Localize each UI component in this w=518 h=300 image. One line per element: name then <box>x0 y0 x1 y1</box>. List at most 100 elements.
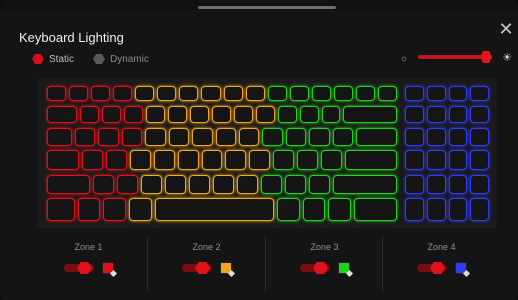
static-label: Static <box>49 53 75 65</box>
brightness-slider-knob[interactable] <box>480 51 493 63</box>
zone-2-toggle[interactable] <box>182 262 212 274</box>
keyboard-key <box>355 86 375 101</box>
keyboard-key <box>129 198 152 221</box>
zone-1-toggle[interactable] <box>64 262 94 274</box>
keyboard-key <box>377 86 397 101</box>
keyboard-key <box>470 175 489 194</box>
keyboard-key <box>470 150 489 170</box>
brightness-slider[interactable] <box>418 51 493 63</box>
brightness-high-icon: ☀ <box>502 52 512 64</box>
zone-3: Zone 3 <box>266 236 383 292</box>
pencil-icon <box>345 269 354 278</box>
keyboard-key <box>77 198 101 221</box>
keyboard-key <box>223 86 243 101</box>
keyboard-key <box>426 128 446 146</box>
keyboard-key <box>179 86 199 101</box>
keyboard-key <box>448 128 468 146</box>
window-top-bar <box>0 0 518 10</box>
keyboard-key <box>356 128 397 146</box>
keyboard-key <box>135 86 155 101</box>
keyboard-key <box>353 198 397 221</box>
keyboard-key <box>237 175 258 194</box>
keyboard-key <box>277 106 297 123</box>
keyboard-key <box>47 198 75 221</box>
keyboard-key <box>470 198 489 221</box>
keyboard-key <box>448 86 468 101</box>
keyboard-key <box>273 150 295 170</box>
keyboard-key <box>153 150 175 170</box>
keyboard-key <box>320 150 342 170</box>
static-radio-icon <box>32 54 44 64</box>
keyboard-key <box>157 86 177 101</box>
keyboard-key <box>328 198 351 221</box>
keyboard-key <box>116 175 138 194</box>
keyboard-key <box>426 150 446 170</box>
keyboard-key <box>302 198 326 221</box>
keyboard-key <box>448 198 468 221</box>
keyboard-key <box>255 106 275 123</box>
keyboard-key <box>289 86 309 101</box>
keyboard-key <box>47 175 90 194</box>
dynamic-mode-option[interactable]: Dynamic <box>93 52 149 66</box>
keyboard-key <box>311 86 331 101</box>
zone-3-color-swatch[interactable] <box>338 262 354 278</box>
keyboard-key <box>332 128 354 146</box>
keyboard-key <box>215 128 237 146</box>
keyboard-key <box>47 150 80 170</box>
zone-4-label: Zone 4 <box>427 242 456 252</box>
keyboard-key <box>262 128 283 146</box>
keyboard-key <box>276 198 300 221</box>
keyboard-key <box>80 106 100 123</box>
static-mode-option[interactable]: Static <box>32 52 74 66</box>
keyboard-key <box>82 150 104 170</box>
keyboard-key <box>245 86 265 101</box>
keyboard-key <box>297 150 318 170</box>
keyboard-key <box>343 106 397 123</box>
zone-4-toggle[interactable] <box>417 262 447 274</box>
keyboard-key <box>140 175 162 194</box>
keyboard-lighting-window: ✕ Keyboard Lighting Static Dynamic ☼ ☀ Z… <box>0 0 518 300</box>
keyboard-key <box>75 128 96 146</box>
keyboard-key <box>211 106 231 123</box>
zone-3-toggle[interactable] <box>300 262 330 274</box>
keyboard-key <box>470 86 489 101</box>
keyboard-key <box>189 106 209 123</box>
keyboard-key <box>426 86 446 101</box>
zone-4-color-swatch[interactable] <box>455 262 471 278</box>
zone-2-color-swatch[interactable] <box>220 262 236 278</box>
keyboard-key <box>201 150 223 170</box>
keyboard-key <box>225 150 247 170</box>
keyboard-key <box>405 198 424 221</box>
pencil-icon <box>462 269 471 278</box>
keyboard-key <box>91 86 111 101</box>
keyboard-key <box>448 106 468 123</box>
keyboard-key <box>69 86 89 101</box>
keyboard-key <box>267 86 287 101</box>
brightness-slider-fill <box>418 55 487 59</box>
zone-2: Zone 2 <box>148 236 265 292</box>
keyboard-key <box>188 175 210 194</box>
keyboard-key <box>121 128 143 146</box>
keyboard-key <box>261 175 282 194</box>
keyboard-key <box>333 175 397 194</box>
keyboard-key <box>212 175 234 194</box>
close-icon[interactable]: ✕ <box>495 18 517 40</box>
brightness-low-icon: ☼ <box>399 53 409 63</box>
drag-handle[interactable] <box>198 6 336 9</box>
keyboard-key <box>426 106 446 123</box>
zone-1-color-swatch[interactable] <box>102 262 118 278</box>
keyboard-key <box>233 106 253 123</box>
keyboard-preview <box>37 78 497 228</box>
keyboard-key <box>344 150 397 170</box>
dynamic-radio-icon <box>93 54 105 64</box>
keyboard-key <box>405 175 424 194</box>
keyboard-key <box>299 106 319 123</box>
keyboard-key <box>98 128 119 146</box>
zone-4: Zone 4 <box>383 236 500 292</box>
zone-2-label: Zone 2 <box>192 242 221 252</box>
keyboard-key <box>123 106 143 123</box>
keyboard-key <box>426 198 446 221</box>
zone-3-label: Zone 3 <box>310 242 339 252</box>
keyboard-key <box>249 150 271 170</box>
keyboard-key <box>47 86 67 101</box>
